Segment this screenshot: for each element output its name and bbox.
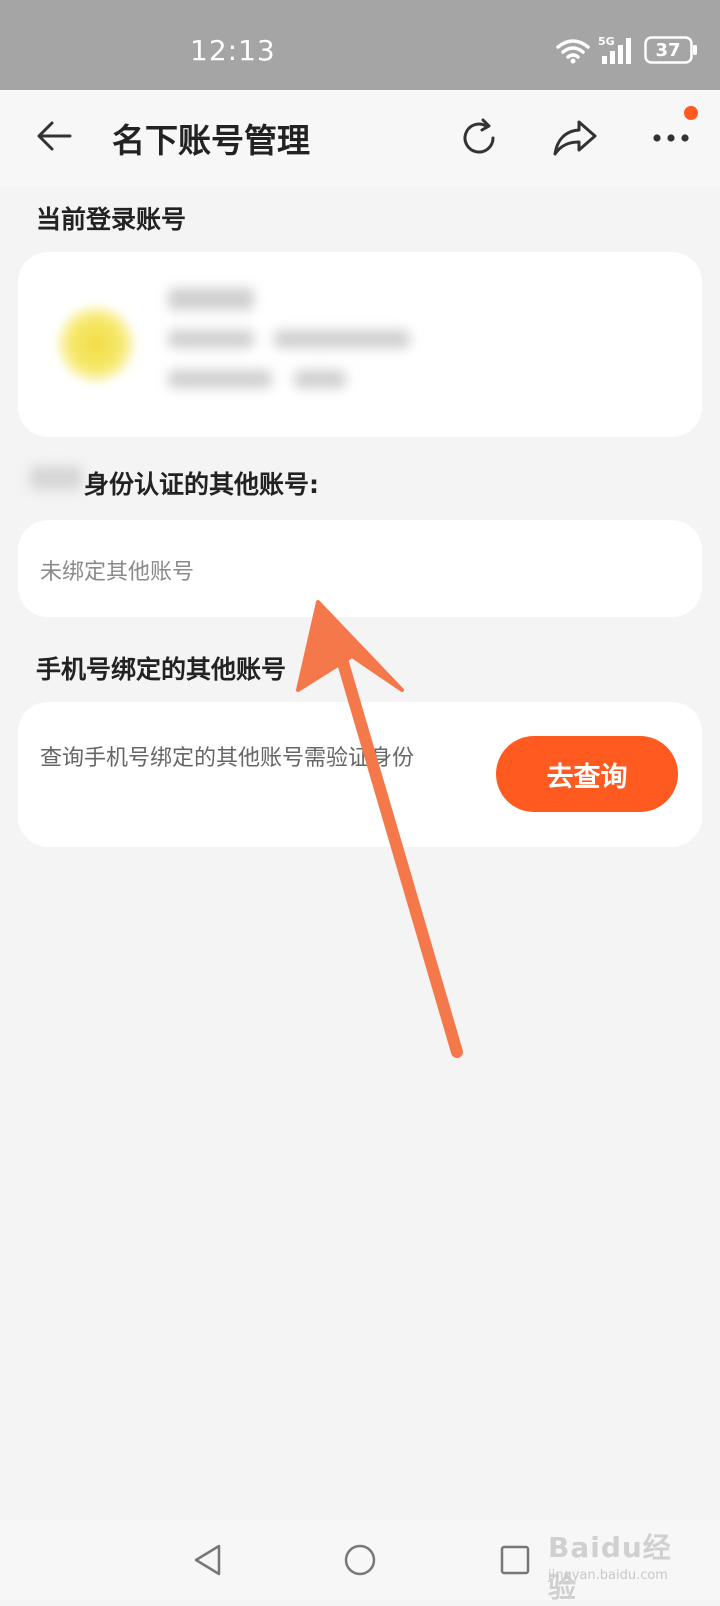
blurred-account-id (168, 330, 254, 348)
battery-level-text: 37 (655, 40, 680, 61)
battery-icon: 37 (644, 36, 697, 64)
status-bar: 12:13 5G 37 (0, 0, 720, 90)
other-accounts-card: 未绑定其他账号 (18, 520, 702, 617)
nav-home-icon[interactable] (342, 1542, 378, 1578)
other-accounts-label: 身份认证的其他账号: (84, 470, 319, 499)
avatar (56, 304, 136, 384)
blurred-account-detail (168, 370, 272, 388)
share-icon[interactable] (552, 116, 598, 160)
status-time: 12:13 (190, 34, 276, 67)
watermark-logo-text: Baidu经验 (548, 1531, 672, 1604)
notification-dot (684, 106, 698, 120)
nav-back-icon[interactable] (190, 1542, 226, 1578)
watermark: Baidu经验 jingyan.baidu.com (548, 1526, 698, 1604)
network-type-label: 5G (598, 35, 615, 48)
query-button[interactable]: 去查询 (496, 736, 678, 812)
app-bar: 名下账号管理 (0, 90, 720, 187)
blurred-username (168, 288, 254, 310)
wifi-icon (556, 39, 590, 64)
phone-accounts-label: 手机号绑定的其他账号 (36, 655, 287, 684)
more-dots-icon[interactable] (650, 120, 694, 156)
blurred-account-tag (294, 370, 346, 388)
watermark-url: jingyan.baidu.com (548, 1568, 668, 1583)
phone-query-description: 查询手机号绑定的其他账号需验证身份 (40, 746, 415, 771)
signal-icon: 5G (598, 35, 631, 64)
back-arrow-icon[interactable] (34, 116, 74, 156)
empty-accounts-text: 未绑定其他账号 (40, 560, 195, 585)
blurred-account-info (274, 330, 410, 348)
refresh-icon[interactable] (457, 116, 501, 160)
current-account-card[interactable] (18, 252, 702, 437)
phone-accounts-card: 查询手机号绑定的其他账号需验证身份 去查询 (18, 702, 702, 847)
blurred-label-prefix (30, 466, 82, 490)
nav-recent-apps-icon[interactable] (497, 1542, 533, 1578)
page-title: 名下账号管理 (112, 121, 310, 160)
current-account-label: 当前登录账号 (36, 205, 187, 234)
